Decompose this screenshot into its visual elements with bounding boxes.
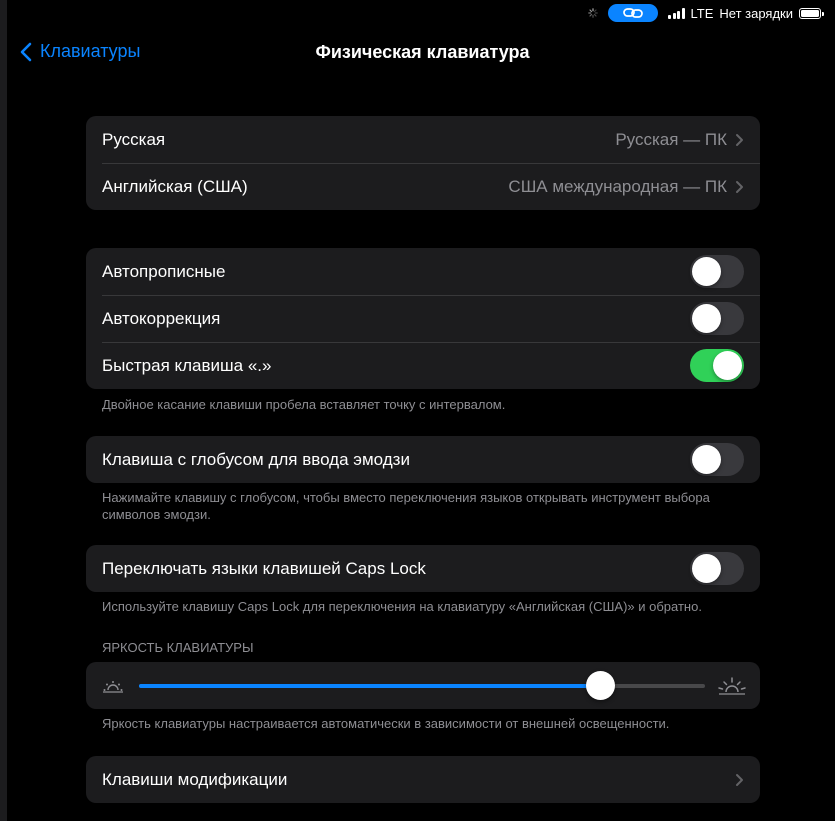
keyboard-label: Русская bbox=[102, 129, 166, 149]
status-bar: LTE Нет зарядки bbox=[588, 3, 824, 23]
window-edge bbox=[0, 0, 7, 821]
setting-label: Автокоррекция bbox=[102, 308, 221, 328]
page-title: Физическая клавиатура bbox=[315, 42, 530, 62]
globe-emoji-toggle[interactable] bbox=[690, 443, 744, 476]
modifier-keys-group: Клавиши модификации bbox=[86, 756, 760, 803]
brightness-slider[interactable] bbox=[139, 671, 705, 700]
keyboard-label: Английская (США) bbox=[102, 176, 248, 196]
battery-icon bbox=[799, 7, 824, 19]
caps-lock-footnote: Используйте клавишу Caps Lock для перекл… bbox=[102, 599, 702, 614]
brightness-slider-fill bbox=[139, 684, 601, 688]
keyboards-group: Русская Русская — ПК Английская (США) СШ… bbox=[86, 116, 760, 210]
period-shortcut-toggle[interactable] bbox=[690, 349, 744, 382]
chevron-right-icon bbox=[736, 773, 743, 786]
keyboard-row-russian[interactable]: Русская Русская — ПК bbox=[86, 116, 760, 163]
brightness-high-icon bbox=[718, 677, 746, 695]
setting-label: Клавиша с глобусом для ввода эмодзи bbox=[102, 449, 410, 469]
auto-capitalization-row: Автопрописные bbox=[86, 248, 760, 295]
network-type: LTE bbox=[690, 5, 714, 21]
keyboard-layout-value: США международная — ПК bbox=[508, 176, 727, 196]
hotspot-link-pill[interactable] bbox=[608, 4, 658, 22]
globe-key-footnote: Нажимайте клавишу с глобусом, чтобы вмес… bbox=[102, 490, 710, 522]
brightness-footnote: Яркость клавиатуры настраивается автомат… bbox=[102, 716, 670, 731]
section-header-brightness: ЯРКОСТЬ КЛАВИАТУРЫ bbox=[102, 640, 254, 655]
brightness-group bbox=[86, 662, 760, 709]
setting-label: Автопрописные bbox=[102, 261, 226, 281]
keyboard-layout-value: Русская — ПК bbox=[615, 129, 727, 149]
activity-spinner-icon bbox=[588, 8, 598, 18]
charging-status: Нет зарядки bbox=[719, 5, 793, 21]
period-shortcut-footnote: Двойное касание клавиши пробела вставляе… bbox=[102, 397, 506, 412]
brightness-slider-thumb[interactable] bbox=[586, 671, 616, 700]
caps-lock-switch-row: Переключать языки клавишей Caps Lock bbox=[86, 545, 760, 592]
caps-lock-group: Переключать языки клавишей Caps Lock bbox=[86, 545, 760, 592]
auto-capitalization-toggle[interactable] bbox=[690, 255, 744, 288]
chevron-right-icon bbox=[736, 180, 743, 193]
brightness-row bbox=[86, 662, 760, 709]
typing-options-group: Автопрописные Автокоррекция Быстрая клав… bbox=[86, 248, 760, 389]
chevron-right-icon bbox=[736, 133, 743, 146]
auto-correction-toggle[interactable] bbox=[690, 302, 744, 335]
keyboard-row-english-us[interactable]: Английская (США) США международная — ПК bbox=[86, 163, 760, 210]
globe-emoji-row: Клавиша с глобусом для ввода эмодзи bbox=[86, 436, 760, 483]
auto-correction-row: Автокоррекция bbox=[86, 295, 760, 342]
cellular-signal-icon bbox=[668, 7, 685, 19]
modifier-keys-row[interactable]: Клавиши модификации bbox=[86, 756, 760, 803]
link-icon bbox=[623, 8, 643, 18]
setting-label: Переключать языки клавишей Caps Lock bbox=[102, 558, 426, 578]
setting-label: Быстрая клавиша «.» bbox=[102, 355, 272, 375]
brightness-low-icon bbox=[103, 681, 123, 693]
period-shortcut-row: Быстрая клавиша «.» bbox=[86, 342, 760, 389]
caps-lock-switch-toggle[interactable] bbox=[690, 552, 744, 585]
globe-key-group: Клавиша с глобусом для ввода эмодзи bbox=[86, 436, 760, 483]
modifier-keys-label: Клавиши модификации bbox=[102, 769, 288, 789]
